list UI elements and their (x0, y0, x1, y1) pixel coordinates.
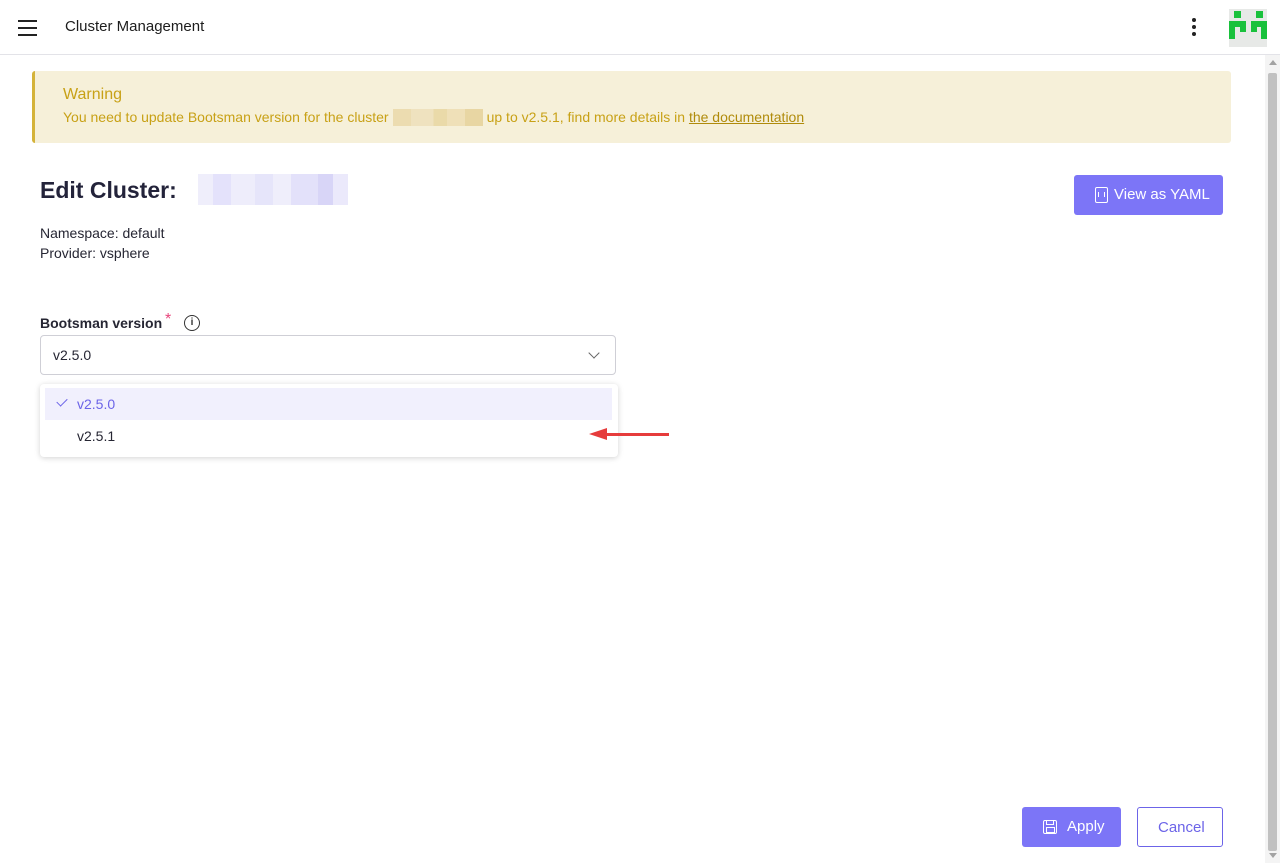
cancel-label: Cancel (1158, 819, 1205, 836)
user-avatar[interactable] (1229, 9, 1267, 47)
warning-title: Warning (63, 86, 122, 103)
redacted-cluster-name (392, 109, 483, 126)
documentation-link[interactable]: the documentation (689, 109, 804, 125)
provider-info: Provider: vsphere (40, 245, 150, 261)
hamburger-menu-icon[interactable] (16, 17, 40, 39)
namespace-info: Namespace: default (40, 225, 165, 241)
view-yaml-label: View as YAML (1114, 186, 1210, 203)
page-scrollbar[interactable] (1265, 55, 1280, 863)
top-app-bar: Cluster Management (0, 0, 1280, 55)
redacted-cluster-name (198, 174, 348, 205)
cancel-button[interactable]: Cancel (1137, 807, 1223, 847)
scrollbar-thumb[interactable] (1268, 73, 1277, 851)
warning-text-after: up to v2.5.1, find more details in (486, 109, 686, 125)
app-title: Cluster Management (65, 18, 205, 35)
scroll-down-icon[interactable] (1269, 853, 1277, 858)
bootsman-version-label: Bootsman version (40, 315, 163, 331)
scroll-up-icon[interactable] (1269, 60, 1277, 65)
chevron-down-icon (588, 347, 600, 359)
red-arrow-shaft (604, 433, 669, 436)
select-current-value: v2.5.0 (53, 347, 92, 363)
option-label: v2.5.1 (77, 428, 116, 444)
page-title: Edit Cluster: (40, 177, 177, 203)
bootsman-version-select[interactable]: v2.5.0 (40, 335, 616, 375)
version-dropdown-menu: v2.5.0 v2.5.1 (40, 384, 618, 457)
warning-message: You need to update Bootsman version for … (63, 109, 804, 126)
file-code-icon (1095, 187, 1108, 203)
apply-button[interactable]: Apply (1022, 807, 1121, 847)
dropdown-option-v2-5-0[interactable]: v2.5.0 (45, 388, 612, 420)
save-icon (1043, 820, 1057, 834)
info-icon[interactable]: i (184, 315, 200, 331)
warning-banner: Warning You need to update Bootsman vers… (32, 71, 1231, 143)
dropdown-option-v2-5-1[interactable]: v2.5.1 (45, 420, 612, 452)
checkmark-icon (56, 395, 68, 407)
warning-text-before: You need to update Bootsman version for … (63, 109, 389, 125)
view-yaml-button[interactable]: View as YAML (1074, 175, 1223, 215)
more-options-icon[interactable] (1184, 16, 1204, 38)
apply-label: Apply (1067, 818, 1105, 835)
required-asterisk: * (165, 311, 172, 328)
option-label: v2.5.0 (77, 396, 116, 412)
